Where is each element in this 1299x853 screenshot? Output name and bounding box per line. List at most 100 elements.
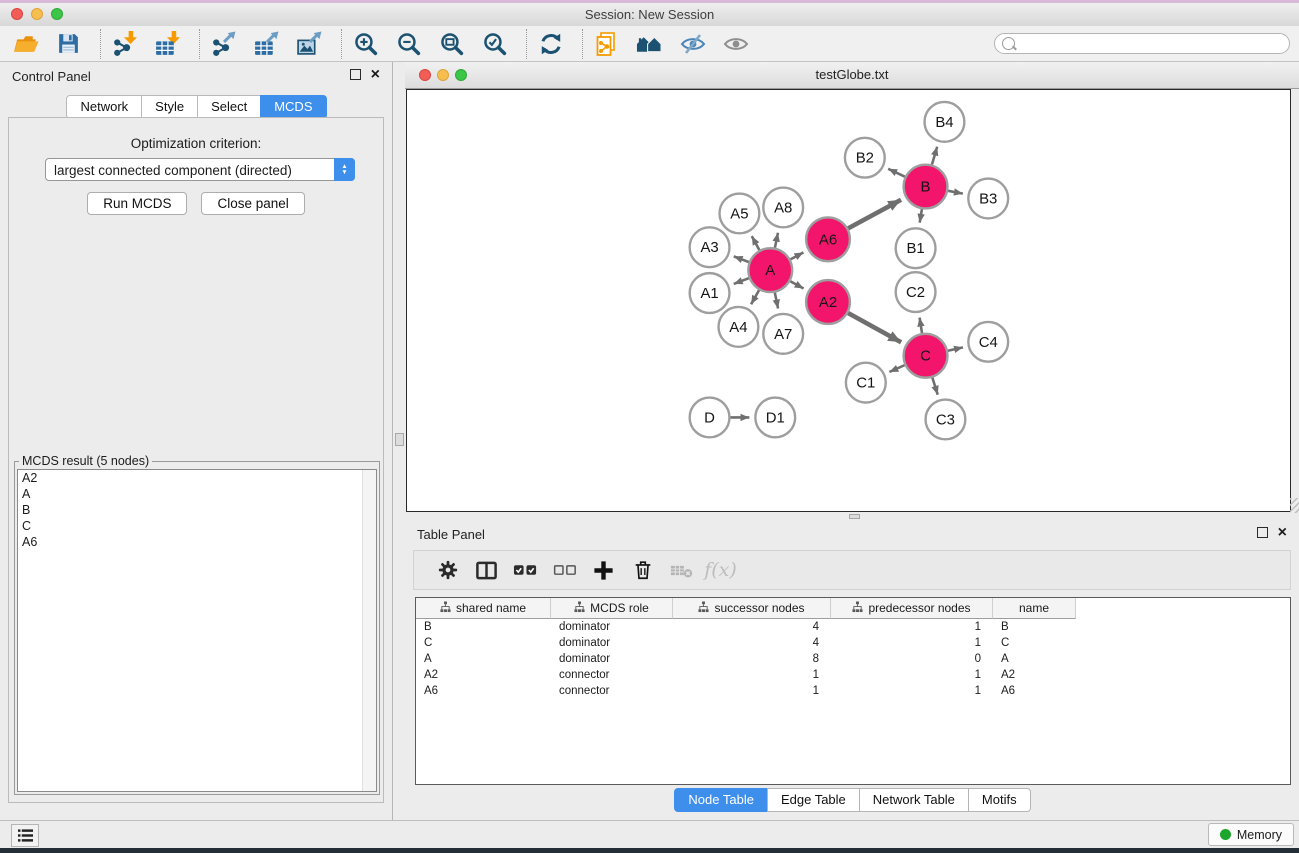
edge-B-B3[interactable] (948, 191, 963, 194)
edge-A6-B[interactable] (848, 200, 901, 229)
column-header-shared-name[interactable]: shared name (416, 598, 551, 619)
table-row[interactable]: Cdominator41C (416, 635, 1290, 651)
cell-shared-name[interactable]: A (416, 653, 551, 665)
cell-shared-name[interactable]: B (416, 621, 551, 633)
edge-A-A3[interactable] (734, 256, 749, 262)
result-item[interactable]: A2 (18, 470, 376, 486)
cell-predecessor-nodes[interactable]: 1 (831, 685, 993, 697)
edge-B-B4[interactable] (932, 147, 937, 165)
refresh-icon[interactable] (537, 30, 564, 58)
column-header-successor-nodes[interactable]: successor nodes (673, 598, 831, 619)
edge-C-C4[interactable] (948, 347, 963, 350)
edge-A-A7[interactable] (775, 293, 778, 309)
zoom-selected-icon[interactable] (481, 30, 508, 58)
divider-grip-icon[interactable] (849, 514, 860, 519)
cell-MCDS-role[interactable]: connector (551, 685, 673, 697)
edge-A-A8[interactable] (775, 233, 778, 248)
show-all-icon[interactable] (722, 30, 749, 58)
edge-A-A5[interactable] (752, 236, 760, 250)
run-mcds-button[interactable]: Run MCDS (87, 192, 187, 215)
cell-name[interactable]: A2 (993, 669, 1076, 681)
split-panel-icon[interactable] (467, 559, 506, 582)
cell-successor-nodes[interactable]: 1 (673, 669, 831, 681)
tab-edge-table[interactable]: Edge Table (767, 788, 860, 812)
column-header-MCDS-role[interactable]: MCDS role (551, 598, 673, 619)
edge-C-C1[interactable] (889, 365, 904, 372)
save-session-icon[interactable] (55, 30, 82, 58)
result-item[interactable]: C (18, 518, 376, 534)
import-table-icon[interactable] (154, 30, 181, 58)
tab-select[interactable]: Select (197, 95, 261, 119)
network-canvas[interactable]: B4B2BB3B1A5A8A6A3AA1A2C2A4A7C4CC1C3DD1 (406, 89, 1291, 512)
tab-style[interactable]: Style (141, 95, 198, 119)
edge-A-A1[interactable] (734, 278, 749, 284)
import-network-icon[interactable] (111, 30, 138, 58)
close-icon[interactable]: × (1278, 527, 1287, 538)
zoom-out-icon[interactable] (395, 30, 422, 58)
cell-shared-name[interactable]: C (416, 637, 551, 649)
float-icon[interactable] (350, 69, 361, 80)
table-row[interactable]: A2connector11A2 (416, 667, 1290, 683)
table-row[interactable]: Bdominator41B (416, 619, 1290, 635)
cell-MCDS-role[interactable]: connector (551, 669, 673, 681)
tab-node-table[interactable]: Node Table (674, 788, 768, 812)
table-row[interactable]: Adominator80A (416, 651, 1290, 667)
tab-network[interactable]: Network (66, 95, 142, 119)
cell-name[interactable]: A (993, 653, 1076, 665)
cell-shared-name[interactable]: A6 (416, 685, 551, 697)
zoom-fit-icon[interactable] (438, 30, 465, 58)
cell-name[interactable]: B (993, 621, 1076, 633)
first-neighbors-icon[interactable] (636, 30, 663, 58)
hide-selected-icon[interactable] (679, 30, 706, 58)
result-item[interactable]: A6 (18, 534, 376, 550)
cell-predecessor-nodes[interactable]: 1 (831, 621, 993, 633)
cell-shared-name[interactable]: A2 (416, 669, 551, 681)
table-settings-icon[interactable] (428, 559, 467, 581)
cell-MCDS-role[interactable]: dominator (551, 621, 673, 633)
vertical-split-divider[interactable] (393, 62, 405, 820)
tab-network-table[interactable]: Network Table (859, 788, 969, 812)
result-item[interactable]: A (18, 486, 376, 502)
divider-grip-icon[interactable] (395, 433, 404, 446)
edge-A-A2[interactable] (790, 281, 803, 288)
edge-B-B1[interactable] (920, 209, 922, 223)
resize-grip-icon[interactable] (1290, 498, 1299, 513)
tab-mcds[interactable]: MCDS (260, 95, 326, 119)
deselect-all-rows-icon[interactable] (545, 563, 584, 578)
optimization-criterion-select[interactable]: largest connected component (directed) ▲… (45, 158, 355, 181)
column-header-name[interactable]: name (993, 598, 1076, 619)
export-network-icon[interactable] (210, 30, 237, 58)
cell-successor-nodes[interactable]: 1 (673, 685, 831, 697)
edge-A2-C[interactable] (848, 313, 901, 342)
cell-MCDS-role[interactable]: dominator (551, 653, 673, 665)
task-history-button[interactable] (11, 824, 39, 847)
delete-column-icon[interactable] (623, 559, 662, 581)
edge-B-B2[interactable] (888, 169, 905, 177)
new-network-from-selection-icon[interactable] (593, 30, 620, 58)
table-row[interactable]: A6connector11A6 (416, 683, 1290, 699)
close-panel-button[interactable]: Close panel (201, 192, 304, 215)
cell-predecessor-nodes[interactable]: 1 (831, 669, 993, 681)
edge-C-C3[interactable] (932, 378, 937, 395)
zoom-in-icon[interactable] (352, 30, 379, 58)
search-box[interactable] (994, 33, 1290, 54)
result-scrollbar[interactable] (362, 470, 376, 791)
horizontal-split-divider[interactable] (405, 513, 1299, 520)
cell-MCDS-role[interactable]: dominator (551, 637, 673, 649)
cell-predecessor-nodes[interactable]: 0 (831, 653, 993, 665)
add-column-icon[interactable] (584, 559, 623, 582)
cell-successor-nodes[interactable]: 4 (673, 621, 831, 633)
cell-name[interactable]: C (993, 637, 1076, 649)
edge-A-A6[interactable] (790, 252, 803, 259)
cell-name[interactable]: A6 (993, 685, 1076, 697)
open-file-icon[interactable] (12, 30, 39, 58)
memory-button[interactable]: Memory (1208, 823, 1294, 846)
cell-predecessor-nodes[interactable]: 1 (831, 637, 993, 649)
result-item[interactable]: B (18, 502, 376, 518)
cell-successor-nodes[interactable]: 4 (673, 637, 831, 649)
close-icon[interactable]: × (371, 69, 380, 80)
export-image-icon[interactable] (296, 30, 323, 58)
select-all-rows-icon[interactable] (506, 562, 545, 578)
export-table-icon[interactable] (253, 30, 280, 58)
float-icon[interactable] (1257, 527, 1268, 538)
